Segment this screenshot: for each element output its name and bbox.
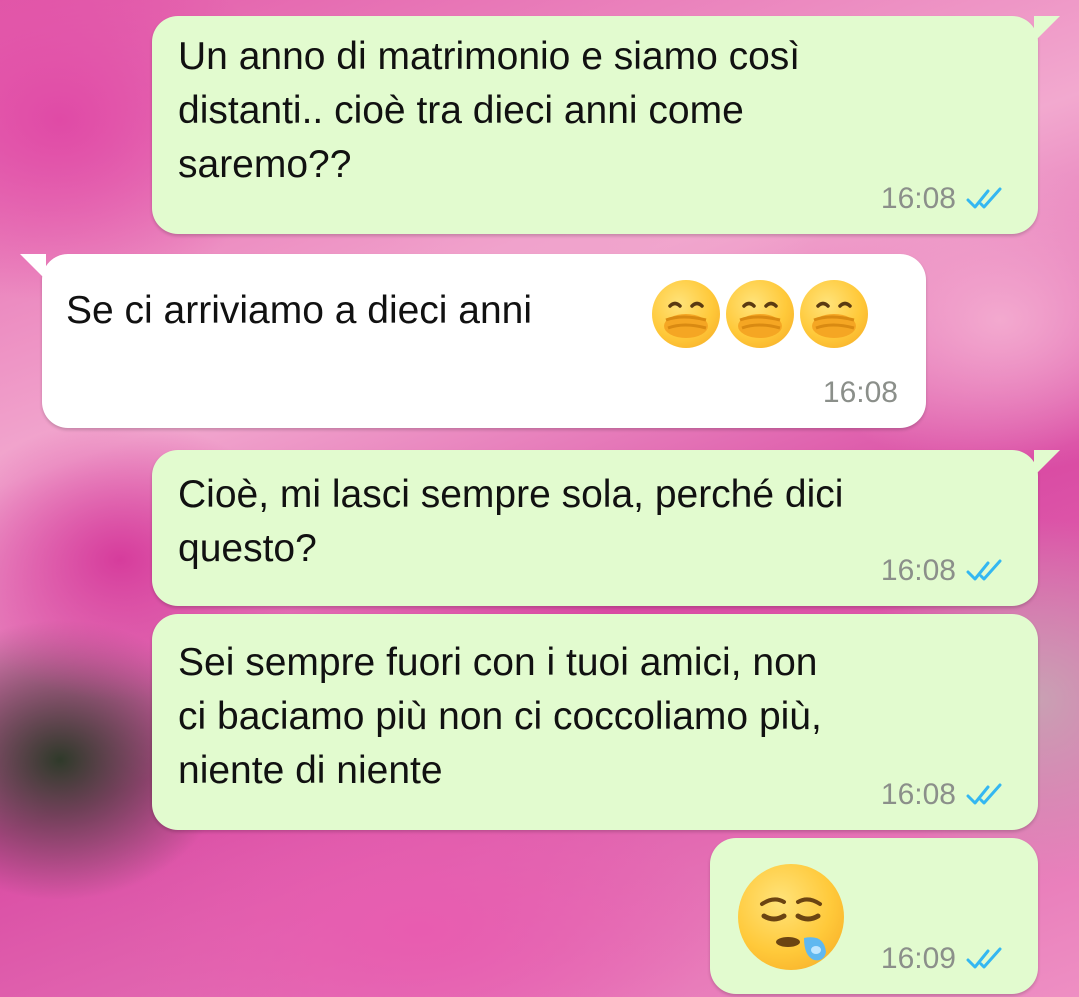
bubble-tail [20, 254, 46, 280]
message-bubble-outgoing[interactable]: Cioè, mi lasci sempre sola, perché dici … [152, 450, 1060, 606]
message-bubble-outgoing[interactable]: Un anno di matrimonio e siamo così dista… [152, 16, 1060, 234]
message-meta: 16:08 [823, 376, 898, 410]
hand-over-mouth-emoji [726, 280, 794, 348]
message-bubble-incoming[interactable]: Se ci arriviamo a dieci anni 16:08 [20, 254, 926, 428]
message-meta: 16:09 [881, 942, 1010, 976]
hand-over-mouth-emoji [800, 280, 868, 348]
double-check-read-icon [966, 187, 1002, 209]
bubble-tail [1034, 450, 1060, 476]
message-meta: 16:08 [881, 778, 1010, 812]
double-check-read-icon [966, 947, 1002, 969]
double-check-read-icon [966, 559, 1002, 581]
message-time: 16:08 [880, 778, 956, 811]
message-time: 16:08 [880, 182, 956, 215]
bubble-tail [1034, 16, 1060, 42]
message-meta: 16:08 [881, 554, 1010, 588]
message-text: Se ci arriviamo a dieci anni [66, 289, 533, 332]
sleepy-face-emoji [738, 864, 844, 970]
hand-over-mouth-emoji [652, 280, 720, 348]
message-bubble-outgoing[interactable]: Sei sempre fuori con i tuoi amici, non c… [152, 614, 1038, 830]
double-check-read-icon [966, 783, 1002, 805]
message-bubble-outgoing[interactable]: 16:09 [710, 838, 1038, 994]
message-time: 16:08 [880, 554, 956, 587]
message-text: Sei sempre fuori con i tuoi amici, non c… [178, 641, 822, 792]
message-time: 16:08 [822, 376, 898, 409]
message-meta: 16:08 [881, 182, 1010, 216]
message-text: Un anno di matrimonio e siamo così dista… [178, 35, 801, 186]
message-time: 16:09 [880, 942, 956, 975]
emoji-row [652, 280, 868, 348]
message-text: Cioè, mi lasci sempre sola, perché dici … [178, 473, 844, 570]
